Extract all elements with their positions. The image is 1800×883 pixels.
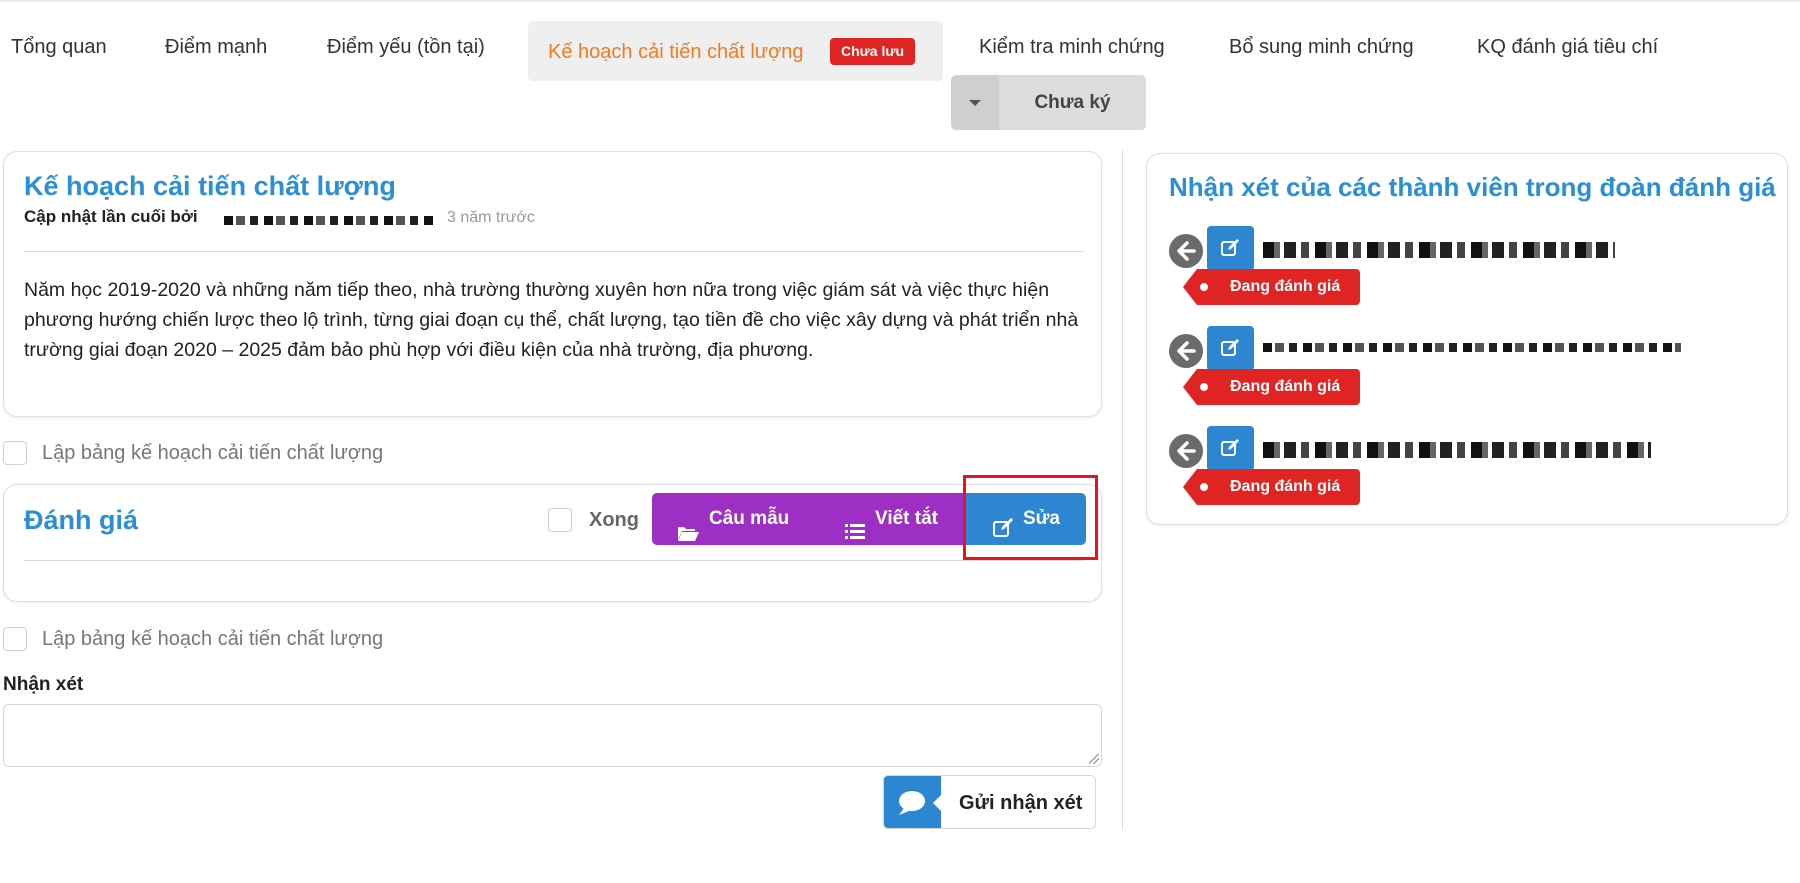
arrow-left-icon[interactable]	[1169, 334, 1203, 368]
comment-label: Nhận xét	[3, 674, 84, 695]
resize-grip-icon[interactable]	[1089, 754, 1099, 764]
reviewer-status-tag: Đang đánh giá	[1182, 469, 1361, 505]
sign-status-label: Chưa ký	[1034, 92, 1111, 113]
sample-sentence-button[interactable]: Câu mẫu	[652, 493, 812, 545]
evaluation-title: Đánh giá	[24, 505, 139, 535]
edit-button-highlight	[963, 475, 1098, 560]
tab-improvement-plan-label: Kế hoạch cải tiến chất lượng	[548, 41, 804, 63]
plan-table-checkbox-2[interactable]	[3, 627, 27, 651]
reviewer-status-tag: Đang đánh giá	[1182, 369, 1361, 405]
tab-overview[interactable]: Tổng quan	[11, 33, 107, 61]
tab-strengths[interactable]: Điểm mạnh	[165, 33, 267, 61]
sample-sentence-label: Câu mẫu	[709, 508, 790, 529]
tab-add-evidence[interactable]: Bổ sung minh chứng	[1229, 33, 1414, 61]
list-icon	[845, 510, 865, 539]
tab-criteria-result[interactable]: KQ đánh giá tiêu chí	[1477, 33, 1658, 61]
abbreviation-label: Viết tắt	[875, 508, 939, 529]
reviewer-status-tag: Đang đánh giá	[1182, 269, 1361, 305]
reviews-title: Nhận xét của các thành viên trong đoàn đ…	[1169, 172, 1776, 202]
folder-open-icon	[677, 510, 699, 541]
send-comment-label: Gửi nhận xét	[959, 792, 1083, 814]
arrow-left-icon[interactable]	[1169, 234, 1203, 268]
reviewer-name-redacted	[1263, 242, 1615, 258]
column-separator	[1122, 150, 1123, 830]
evaluation-divider	[24, 560, 1083, 561]
reviewer-name-redacted	[1263, 343, 1681, 352]
top-border	[0, 0, 1800, 2]
plan-card-divider	[24, 251, 1083, 252]
plan-body-text: Năm học 2019-2020 và những năm tiếp theo…	[24, 279, 1079, 361]
updated-ago: 3 năm trước	[447, 209, 535, 226]
reviews-card: Nhận xét của các thành viên trong đoàn đ…	[1146, 153, 1788, 525]
send-comment-button[interactable]: Gửi nhận xét	[883, 775, 1096, 829]
done-label: Xong	[589, 509, 639, 531]
plan-table-checkbox-1[interactable]	[3, 441, 27, 465]
reviewer-item: Đang đánh giá	[1169, 326, 1749, 416]
unsaved-badge: Chưa lưu	[830, 38, 916, 65]
updated-by-user-redacted	[224, 216, 436, 225]
plan-table-checkbox-1-label: Lập bảng kế hoạch cải tiến chất lượng	[42, 442, 384, 464]
caret-down-icon[interactable]	[951, 75, 999, 130]
sign-status-dropdown[interactable]: Chưa ký	[951, 75, 1146, 130]
reviewer-edit-button[interactable]	[1207, 226, 1254, 271]
tab-weaknesses[interactable]: Điểm yếu (tồn tại)	[327, 33, 485, 61]
improvement-plan-card: Kế hoạch cải tiến chất lượng Cập nhật lầ…	[3, 151, 1102, 417]
done-checkbox[interactable]	[548, 508, 572, 532]
arrow-left-icon[interactable]	[1169, 434, 1203, 468]
reviewer-item: Đang đánh giá	[1169, 426, 1749, 516]
abbreviation-button[interactable]: Viết tắt	[812, 493, 970, 545]
tab-check-evidence[interactable]: Kiểm tra minh chứng	[979, 33, 1165, 61]
reviewer-name-redacted	[1263, 442, 1651, 458]
comment-icon	[884, 776, 941, 828]
plan-card-title: Kế hoạch cải tiến chất lượng	[24, 171, 396, 201]
reviewer-edit-button[interactable]	[1207, 426, 1254, 471]
reviewer-item: Đang đánh giá	[1169, 226, 1749, 316]
reviewer-edit-button[interactable]	[1207, 326, 1254, 371]
tab-improvement-plan[interactable]: Kế hoạch cải tiến chất lượng Chưa lưu	[528, 21, 943, 81]
plan-table-checkbox-2-label: Lập bảng kế hoạch cải tiến chất lượng	[42, 628, 384, 650]
updated-by-label: Cập nhật lần cuối bởi	[24, 207, 198, 226]
evaluation-card: Đánh giá Xong Câu mẫu Viết tắt Sửa	[3, 484, 1102, 602]
comment-textarea[interactable]	[3, 704, 1102, 767]
